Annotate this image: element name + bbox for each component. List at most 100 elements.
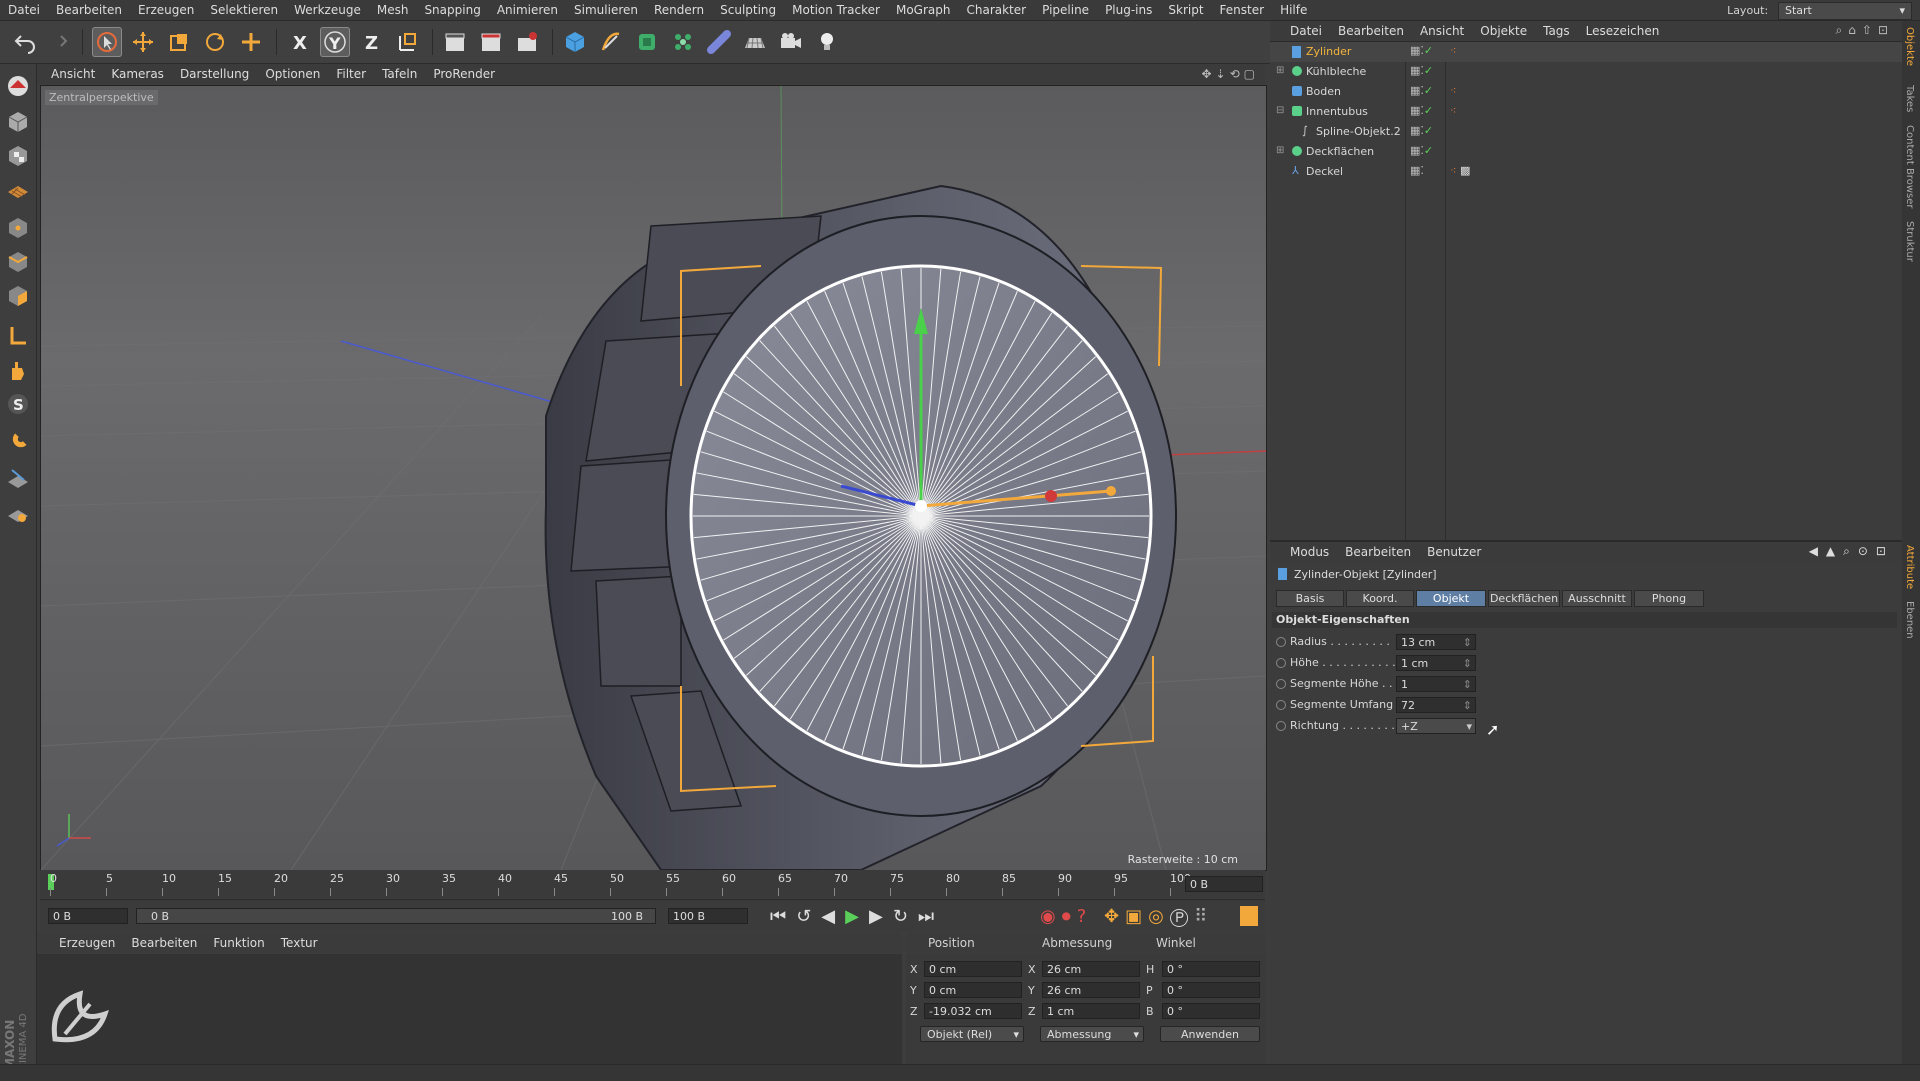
play-icon[interactable]: ▶: [845, 906, 869, 927]
tab-objekt[interactable]: Objekt: [1416, 590, 1486, 607]
stepper-icon[interactable]: ⇕: [1463, 656, 1472, 671]
tab-basis[interactable]: Basis: [1276, 590, 1344, 607]
deformer-button[interactable]: [704, 27, 734, 57]
scale-tool-button[interactable]: [164, 27, 194, 57]
key-param-icon[interactable]: Ⓟ: [1170, 906, 1194, 927]
sidetab-attribute[interactable]: Attribute: [1904, 545, 1915, 589]
attr-menu-benutzer[interactable]: Benutzer: [1419, 542, 1489, 562]
object-name[interactable]: Zylinder: [1306, 45, 1351, 58]
visibility-toggle-icon[interactable]: ▦⁚✓: [1410, 64, 1433, 77]
workplane-grid-button[interactable]: [4, 466, 32, 494]
next-frame-icon[interactable]: ▶: [869, 906, 893, 927]
edges-mode-button[interactable]: [4, 248, 32, 276]
menu-mograph[interactable]: MoGraph: [888, 0, 959, 20]
object-name[interactable]: Deckflächen: [1306, 145, 1374, 158]
coord-size-select[interactable]: Abmessung ▾: [1040, 1026, 1144, 1042]
stepper-icon[interactable]: ⇕: [1463, 635, 1472, 650]
menu-mesh[interactable]: Mesh: [369, 0, 417, 20]
expand-icon[interactable]: ⊞: [1276, 65, 1284, 76]
key-rotation-icon[interactable]: ◎: [1148, 906, 1170, 927]
expand-icon[interactable]: ⊞: [1276, 145, 1284, 156]
snapping-toggle-button[interactable]: S: [4, 390, 32, 418]
menu-pipeline[interactable]: Pipeline: [1034, 0, 1097, 20]
tweak-mode-button[interactable]: [4, 356, 32, 384]
sidetab-struktur[interactable]: Struktur: [1904, 221, 1915, 262]
cube-object-button[interactable]: [560, 27, 590, 57]
render-view-button[interactable]: [440, 27, 470, 57]
z-axis-lock-button[interactable]: Z: [356, 27, 386, 57]
end-frame-field[interactable]: 100 B: [668, 908, 748, 924]
vp-menu-ansicht[interactable]: Ansicht: [37, 64, 103, 84]
menu-simulieren[interactable]: Simulieren: [566, 0, 646, 20]
current-frame-field[interactable]: 0 B: [1185, 876, 1263, 892]
next-key-icon[interactable]: ↻: [893, 906, 918, 927]
sidetab-objekte[interactable]: Objekte: [1904, 27, 1915, 66]
visibility-toggle-icon[interactable]: ▦⁚: [1410, 164, 1424, 177]
autokey-icon[interactable]: ⏺: [1062, 906, 1077, 927]
floor-button[interactable]: [740, 27, 770, 57]
3d-viewport[interactable]: Zentralperspektive Rasterweite : 10 cm: [40, 85, 1267, 871]
render-picture-viewer-button[interactable]: [476, 27, 506, 57]
menu-erzeugen[interactable]: Erzeugen: [130, 0, 202, 20]
axis-mode-button[interactable]: [4, 322, 32, 350]
menu-sculpting[interactable]: Sculpting: [712, 0, 784, 20]
attr-nav-icons[interactable]: ◀▲⌕⊙⊡: [1809, 544, 1894, 559]
object-name[interactable]: Kühlbleche: [1306, 65, 1366, 78]
camera-button[interactable]: [776, 27, 806, 57]
sidetab-takes[interactable]: Takes: [1904, 85, 1915, 112]
orientation-select[interactable]: +Z ▾: [1396, 718, 1476, 734]
menu-fenster[interactable]: Fenster: [1212, 0, 1273, 20]
tab-koord[interactable]: Koord.: [1346, 590, 1414, 607]
menu-hilfe[interactable]: Hilfe: [1272, 0, 1315, 20]
visibility-toggle-icon[interactable]: ▦⁚✓: [1410, 144, 1433, 157]
key-scale-icon[interactable]: ▣: [1125, 906, 1148, 927]
go-to-end-icon[interactable]: ⏭: [918, 906, 944, 927]
tab-deckflaechen[interactable]: Deckflächen: [1488, 590, 1560, 607]
animate-orientation-dot[interactable]: [1276, 721, 1286, 731]
object-row[interactable]: ⊞ Kühlbleche ▦⁚✓: [1270, 62, 1902, 82]
locked-workplane-button[interactable]: [4, 500, 32, 528]
sidetab-content-browser[interactable]: Content Browser: [1904, 125, 1915, 208]
keyframe-selection-icon[interactable]: ?: [1077, 906, 1093, 927]
size-x-field[interactable]: 26 cm: [1042, 961, 1140, 977]
size-z-field[interactable]: 1 cm: [1042, 1003, 1140, 1019]
points-mode-button[interactable]: [4, 214, 32, 242]
vp-menu-filter[interactable]: Filter: [328, 64, 374, 84]
mat-menu-bearbeiten[interactable]: Bearbeiten: [123, 933, 205, 953]
animate-rotation-segments-dot[interactable]: [1276, 700, 1286, 710]
rot-p-field[interactable]: 0 °: [1162, 982, 1260, 998]
height-field[interactable]: 1 cm ⇕: [1396, 655, 1476, 671]
radius-field[interactable]: 13 cm ⇕: [1396, 634, 1476, 650]
menu-rendern[interactable]: Rendern: [646, 0, 712, 20]
rotate-tool-button[interactable]: [200, 27, 230, 57]
workplane-mode-button[interactable]: [4, 176, 32, 204]
object-name[interactable]: Boden: [1306, 85, 1341, 98]
vp-menu-kameras[interactable]: Kameras: [103, 64, 172, 84]
prev-key-icon[interactable]: ↺: [796, 906, 821, 927]
attr-menu-modus[interactable]: Modus: [1270, 542, 1337, 562]
menu-skript[interactable]: Skript: [1160, 0, 1211, 20]
object-row[interactable]: Zylinder ▦⁚✓ ⁖: [1270, 42, 1902, 62]
cloner-button[interactable]: [668, 27, 698, 57]
height-segments-field[interactable]: 1 ⇕: [1396, 676, 1476, 692]
light-button[interactable]: [812, 27, 842, 57]
model-mode-button[interactable]: [4, 108, 32, 136]
x-axis-lock-button[interactable]: X: [284, 27, 314, 57]
layout-select[interactable]: Start ▾: [1778, 2, 1912, 20]
obj-menu-ansicht[interactable]: Ansicht: [1412, 21, 1472, 41]
mat-menu-funktion[interactable]: Funktion: [205, 933, 272, 953]
vp-menu-prorender[interactable]: ProRender: [425, 64, 503, 84]
object-row[interactable]: ∫ Spline-Objekt.2 ▦⁚✓: [1270, 122, 1902, 142]
coord-mode-select[interactable]: Objekt (Rel) ▾: [920, 1026, 1024, 1042]
animate-radius-dot[interactable]: [1276, 637, 1286, 647]
menu-selektieren[interactable]: Selektieren: [202, 0, 286, 20]
coordinate-system-button[interactable]: [392, 27, 422, 57]
object-row[interactable]: Boden ▦⁚✓ ⁖: [1270, 82, 1902, 102]
menu-motion-tracker[interactable]: Motion Tracker: [784, 0, 888, 20]
start-frame-field[interactable]: 0 B: [48, 908, 128, 924]
attr-menu-bearbeiten[interactable]: Bearbeiten: [1337, 542, 1419, 562]
prev-frame-icon[interactable]: ◀: [821, 906, 845, 927]
phong-tag-icon[interactable]: ⁖: [1450, 104, 1456, 117]
y-axis-lock-button[interactable]: Y: [320, 27, 350, 57]
transform-tool-button[interactable]: [236, 27, 266, 57]
